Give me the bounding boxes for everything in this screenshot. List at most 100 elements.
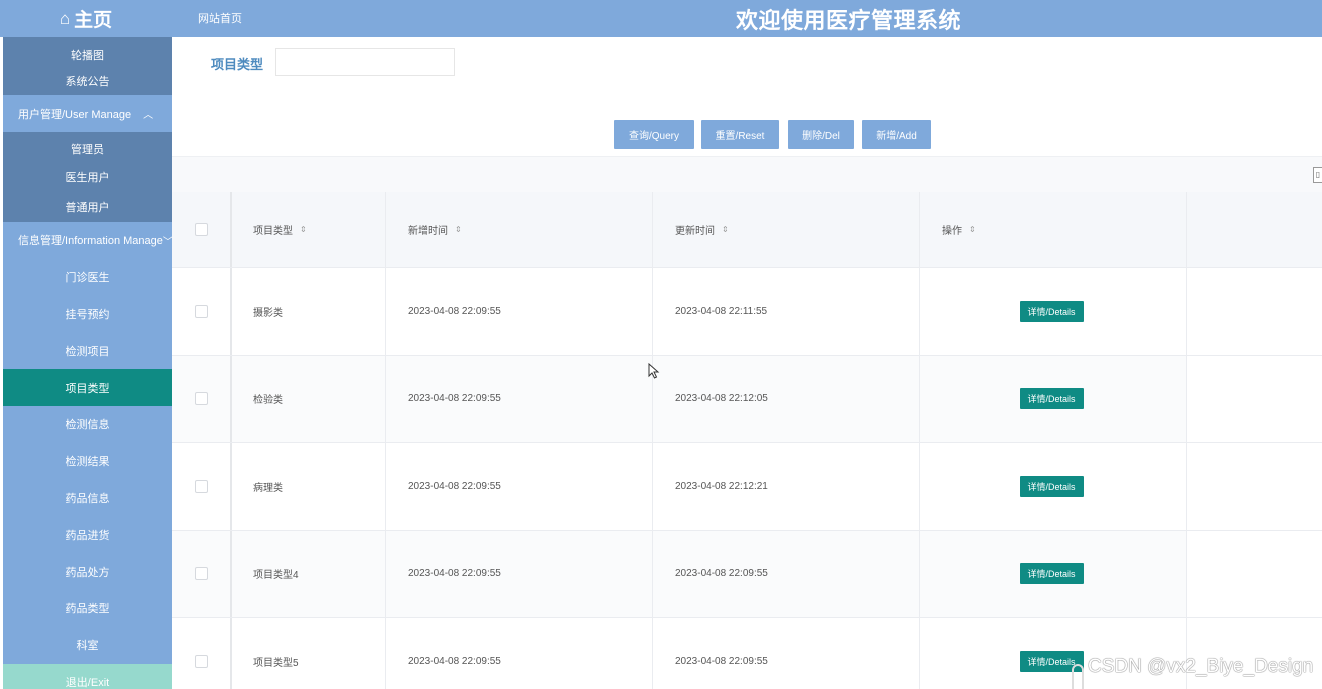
row-checkbox[interactable] xyxy=(194,654,208,668)
sidebar-item-normal-users[interactable]: 普通用户 xyxy=(3,191,172,222)
row-checkbox-cell xyxy=(172,530,232,617)
actions-cell: 详情/Details xyxy=(920,618,1187,689)
sidebar-item-label: 退出/Exit xyxy=(65,677,110,689)
sidebar-item-prescription[interactable]: 药品处方 xyxy=(3,553,172,590)
row-checkbox-cell xyxy=(172,355,232,442)
site-home-link[interactable]: 网站首页 xyxy=(198,10,242,26)
sidebar-item-registration[interactable]: 挂号预约 xyxy=(3,296,172,333)
sidebar-item-drug-info[interactable]: 药品信息 xyxy=(3,480,172,517)
details-button[interactable]: 详情/Details xyxy=(1019,475,1084,497)
mouse-cursor-icon xyxy=(648,363,660,379)
row-checkbox[interactable] xyxy=(194,304,208,318)
header-checkbox-cell xyxy=(172,192,232,267)
column-header-label: 新增时间 xyxy=(408,226,448,237)
sidebar-group-user-manage[interactable]: 用户管理/User Manage ︿ xyxy=(3,95,172,132)
type-cell: 检验类 xyxy=(232,355,386,442)
table-row: 项目类型5 2023-04-08 22:09:55 2023-04-08 22:… xyxy=(172,618,1322,689)
row-filler xyxy=(1187,618,1322,689)
sidebar-item-label: 项目类型 xyxy=(65,382,110,395)
sidebar-item-exit[interactable]: 退出/Exit xyxy=(3,663,172,689)
watermark-shape xyxy=(1072,664,1084,689)
sidebar-group-info-manage[interactable]: 信息管理/Information Manage ﹀ xyxy=(3,222,172,259)
sort-icon[interactable]: ⇕ xyxy=(455,225,462,234)
row-filler xyxy=(1187,443,1322,530)
app-window: ⌂ 主页 网站首页 欢迎使用医疗管理系统 轮播图 系统公告 用户管理/User … xyxy=(0,0,1322,689)
reset-button[interactable]: 重置/Reset xyxy=(701,120,779,149)
sidebar-item-label: 系统公告 xyxy=(65,75,110,88)
sidebar-item-announcement[interactable]: 系统公告 xyxy=(3,66,172,95)
actions-cell: 详情/Details xyxy=(920,355,1187,442)
project-type-search-input[interactable] xyxy=(275,48,455,76)
header-filler xyxy=(1187,192,1322,267)
sidebar-item-test-results[interactable]: 检测结果 xyxy=(3,443,172,480)
added-time-cell: 2023-04-08 22:09:55 xyxy=(386,443,653,530)
sidebar-item-label: 药品信息 xyxy=(65,493,110,506)
sidebar-item-label: 药品处方 xyxy=(65,566,110,579)
sidebar-item-label: 普通用户 xyxy=(65,201,110,214)
delete-button[interactable]: 删除/Del xyxy=(788,120,854,149)
query-button[interactable]: 查询/Query xyxy=(614,120,694,149)
actions-cell: 详情/Details xyxy=(920,443,1187,530)
column-header-updated[interactable]: 更新时间 ⇕ xyxy=(653,192,920,267)
sidebar-item-label: 轮播图 xyxy=(71,50,104,62)
sidebar-item-drug-purchase[interactable]: 药品进货 xyxy=(3,516,172,553)
type-cell: 项目类型4 xyxy=(232,530,386,617)
table-row: 检验类 2023-04-08 22:09:55 2023-04-08 22:12… xyxy=(172,355,1322,443)
sidebar-item-outpatient-doctor[interactable]: 门诊医生 xyxy=(3,259,172,296)
table-row: 摄影类 2023-04-08 22:09:55 2023-04-08 22:11… xyxy=(172,268,1322,356)
row-checkbox[interactable] xyxy=(194,479,208,493)
sidebar: 轮播图 系统公告 用户管理/User Manage ︿ 管理员 医生用户 普通用… xyxy=(3,37,172,689)
top-bar: ⌂ 主页 网站首页 欢迎使用医疗管理系统 xyxy=(0,0,1322,37)
sidebar-item-drug-type[interactable]: 药品类型 xyxy=(3,590,172,627)
details-button[interactable]: 详情/Details xyxy=(1019,563,1084,585)
sort-icon[interactable]: ⇕ xyxy=(300,225,307,234)
sidebar-item-label: 检测结果 xyxy=(65,456,110,469)
sort-icon[interactable]: ⇕ xyxy=(722,225,729,234)
row-filler xyxy=(1187,268,1322,355)
updated-time-cell: 2023-04-08 22:12:05 xyxy=(653,355,920,442)
added-time-cell: 2023-04-08 22:09:55 xyxy=(386,618,653,689)
sidebar-item-department[interactable]: 科室 xyxy=(3,627,172,664)
sidebar-item-project-type[interactable]: 项目类型 xyxy=(3,369,172,407)
sidebar-item-label: 管理员 xyxy=(71,144,104,156)
column-header-label: 操作 xyxy=(942,226,962,237)
column-settings-icon[interactable]: ▯ xyxy=(1313,167,1322,183)
sidebar-item-label: 科室 xyxy=(76,640,99,653)
row-checkbox[interactable] xyxy=(194,392,208,406)
chevron-down-icon: ﹀ xyxy=(162,236,172,248)
sidebar-item-admin[interactable]: 管理员 xyxy=(3,132,172,162)
sidebar-item-doctor-users[interactable]: 医生用户 xyxy=(3,162,172,191)
sidebar-item-label: 挂号预约 xyxy=(65,309,110,322)
system-title: 欢迎使用医疗管理系统 xyxy=(736,8,962,33)
row-checkbox[interactable] xyxy=(194,567,208,581)
column-header-label: 项目类型 xyxy=(253,226,293,237)
sidebar-group-label: 信息管理/Information Manage xyxy=(18,235,163,248)
table-toolbar: ▯ xyxy=(172,156,1322,192)
table-row: 项目类型4 2023-04-08 22:09:55 2023-04-08 22:… xyxy=(172,530,1322,618)
sort-icon[interactable]: ⇕ xyxy=(969,225,976,234)
select-all-checkbox[interactable] xyxy=(194,223,208,236)
watermark-text: CSDN @vx2_Biye_Design xyxy=(1088,656,1314,677)
sidebar-item-test-info[interactable]: 检测信息 xyxy=(3,406,172,443)
column-header-type[interactable]: 项目类型 ⇕ xyxy=(232,192,386,267)
details-button[interactable]: 详情/Details xyxy=(1019,300,1084,322)
details-button[interactable]: 详情/Details xyxy=(1019,388,1084,410)
updated-time-cell: 2023-04-08 22:11:55 xyxy=(653,268,920,355)
sidebar-group-label: 用户管理/User Manage xyxy=(18,108,132,121)
column-header-actions[interactable]: 操作 ⇕ xyxy=(920,192,1187,267)
row-filler xyxy=(1187,355,1322,442)
sidebar-item-label: 医生用户 xyxy=(65,171,110,184)
updated-time-cell: 2023-04-08 22:09:55 xyxy=(653,530,920,617)
home-link[interactable]: ⌂ 主页 xyxy=(0,0,172,37)
actions-cell: 详情/Details xyxy=(920,268,1187,355)
sidebar-item-label: 药品类型 xyxy=(65,603,110,616)
column-header-added[interactable]: 新增时间 ⇕ xyxy=(386,192,653,267)
sidebar-item-carousel[interactable]: 轮播图 xyxy=(3,37,172,66)
row-checkbox-cell xyxy=(172,268,232,355)
sidebar-item-label: 药品进货 xyxy=(65,529,110,542)
sidebar-item-label: 检测信息 xyxy=(65,419,110,432)
type-cell: 摄影类 xyxy=(232,268,386,355)
add-button[interactable]: 新增/Add xyxy=(862,120,931,149)
row-checkbox-cell xyxy=(172,443,232,530)
sidebar-item-test-items[interactable]: 检测项目 xyxy=(3,332,172,369)
